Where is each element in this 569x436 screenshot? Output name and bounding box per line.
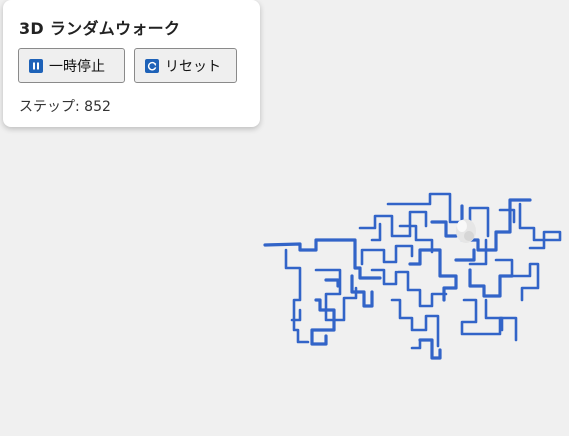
walk-segment bbox=[410, 338, 422, 350]
walk-segment bbox=[498, 208, 516, 224]
step-count: 852 bbox=[84, 99, 111, 115]
walk-segment bbox=[360, 244, 414, 266]
step-label: ステップ: bbox=[19, 99, 80, 115]
reset-button-label: リセット bbox=[165, 58, 221, 75]
pause-icon bbox=[29, 58, 43, 73]
walk-segment bbox=[396, 270, 448, 308]
walk-segment bbox=[494, 258, 540, 302]
pause-button-label: 一時停止 bbox=[49, 58, 105, 75]
pause-button[interactable]: 一時停止 bbox=[18, 48, 125, 83]
step-counter: ステップ: 852 bbox=[19, 96, 111, 116]
walk-segment bbox=[350, 274, 374, 308]
walk-segment bbox=[398, 224, 434, 254]
walk-segment bbox=[284, 248, 310, 344]
walk-segment bbox=[430, 220, 458, 238]
walker-sphere bbox=[456, 219, 476, 243]
walk-segment bbox=[468, 268, 514, 298]
walk-segment bbox=[460, 298, 518, 342]
control-panel: 3D ランダムウォーク 一時停止 リセット ステップ: 852 bbox=[3, 0, 260, 127]
panel-title: 3D ランダムウォーク bbox=[19, 19, 181, 38]
refresh-icon bbox=[145, 58, 159, 73]
reset-button[interactable]: リセット bbox=[134, 48, 237, 83]
walk-segment bbox=[324, 278, 340, 288]
walk-segment bbox=[310, 298, 336, 346]
walk-segment bbox=[408, 248, 458, 302]
walk-segment bbox=[454, 248, 476, 262]
walk-segment bbox=[518, 202, 562, 250]
walk-segment bbox=[314, 268, 358, 322]
walk-path bbox=[263, 192, 562, 360]
